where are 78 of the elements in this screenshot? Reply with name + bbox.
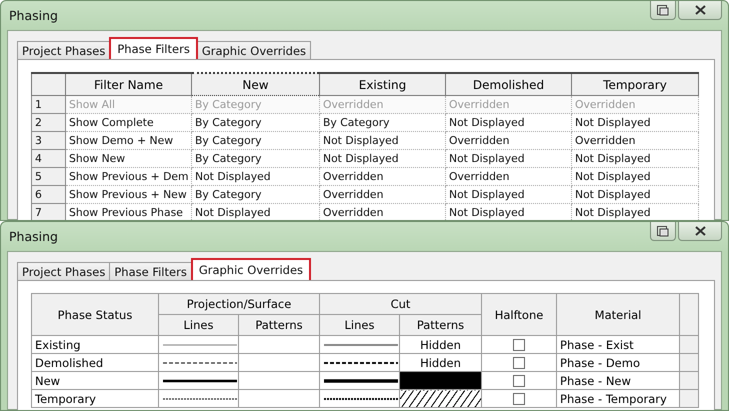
close-icon xyxy=(694,226,706,236)
tab[interactable]: Phase Filters xyxy=(109,37,198,59)
row-number: 7 xyxy=(32,204,66,220)
table-cell: Temporary xyxy=(32,390,158,408)
table-cell: Show Complete xyxy=(66,114,192,132)
row-number: 5 xyxy=(32,168,66,186)
table-cell: Not Displayed xyxy=(446,150,572,168)
table-cell: By Category xyxy=(192,186,320,204)
table-cell: Not Displayed xyxy=(572,150,698,168)
table-cell: Show All xyxy=(66,96,192,114)
close-button[interactable] xyxy=(678,1,722,20)
tab[interactable]: Project Phases xyxy=(17,262,110,280)
column-header: Halftone xyxy=(482,294,557,336)
column-header: Lines xyxy=(320,314,400,336)
table-cell: Show Previous + Dem xyxy=(66,168,192,186)
checkbox[interactable] xyxy=(513,375,526,388)
window-icon xyxy=(657,226,669,236)
column-header[interactable]: Demolished xyxy=(446,73,572,96)
row-number: 2 xyxy=(32,114,66,132)
table-cell: Phase - New xyxy=(556,372,680,390)
checkbox[interactable] xyxy=(513,357,526,370)
table-cell: Phase - Exist xyxy=(556,336,680,354)
row-number: 3 xyxy=(32,132,66,150)
table-cell: By Category xyxy=(192,96,320,114)
column-header: Patterns xyxy=(400,314,482,336)
window-title: Phasing xyxy=(8,229,58,244)
table-cell: Demolished xyxy=(32,354,158,372)
column-header[interactable]: Filter Name xyxy=(66,73,192,96)
close-icon xyxy=(694,5,706,15)
column-group-header: Cut xyxy=(320,294,482,314)
column-header[interactable]: Temporary xyxy=(572,73,698,96)
tab[interactable]: Project Phases xyxy=(17,41,110,59)
row-number: 4 xyxy=(32,150,66,168)
table-cell: Show Previous + New xyxy=(66,186,192,204)
table-cell: Overridden xyxy=(446,96,572,114)
table-cell: Phase - Temporary xyxy=(556,390,680,408)
table-cell: Overridden xyxy=(446,132,572,150)
tab[interactable]: Graphic Overrides xyxy=(190,258,312,280)
table-cell: Overridden xyxy=(572,132,698,150)
table-cell: New xyxy=(32,372,158,390)
table-cell: By Category xyxy=(192,132,320,150)
column-header: Lines xyxy=(158,314,238,336)
table-cell: Not Displayed xyxy=(572,114,698,132)
table-cell: Existing xyxy=(32,336,158,354)
table-cell: By Category xyxy=(320,114,446,132)
checkbox[interactable] xyxy=(513,393,526,406)
close-button[interactable] xyxy=(678,222,722,241)
table-cell: Not Displayed xyxy=(446,186,572,204)
column-header: Material xyxy=(556,294,680,336)
table-cell: Not Displayed xyxy=(572,168,698,186)
table-cell: By Category xyxy=(192,150,320,168)
column-header: Phase Status xyxy=(32,294,158,336)
window-icon xyxy=(657,4,669,16)
table-cell: By Category xyxy=(192,114,320,132)
column-header[interactable]: New xyxy=(192,73,320,96)
tab[interactable]: Graphic Overrides xyxy=(196,41,312,59)
table-cell: Hidden xyxy=(400,336,482,354)
column-header: Patterns xyxy=(238,314,320,336)
checkbox[interactable] xyxy=(513,339,526,352)
table-cell: Phase - Demo xyxy=(556,354,680,372)
table-cell: Not Displayed xyxy=(446,114,572,132)
table-cell: Show Demo + New xyxy=(66,132,192,150)
window-title: Phasing xyxy=(8,8,58,23)
table-cell: Overridden xyxy=(446,168,572,186)
table-cell: Show New xyxy=(66,150,192,168)
table-cell: Overridden xyxy=(320,168,446,186)
tab[interactable]: Phase Filters xyxy=(109,262,192,280)
table-cell: Overridden xyxy=(320,96,446,114)
row-number: 6 xyxy=(32,186,66,204)
table-cell: Overridden xyxy=(320,186,446,204)
table-cell: Not Displayed xyxy=(192,168,320,186)
row-number: 1 xyxy=(32,96,66,114)
column-group-header: Projection/Surface xyxy=(158,294,320,314)
column-header[interactable]: Existing xyxy=(320,73,446,96)
table-cell: Not Displayed xyxy=(572,186,698,204)
table-cell: Overridden xyxy=(572,96,698,114)
table-cell: Not Displayed xyxy=(320,150,446,168)
table-cell: Not Displayed xyxy=(320,132,446,150)
